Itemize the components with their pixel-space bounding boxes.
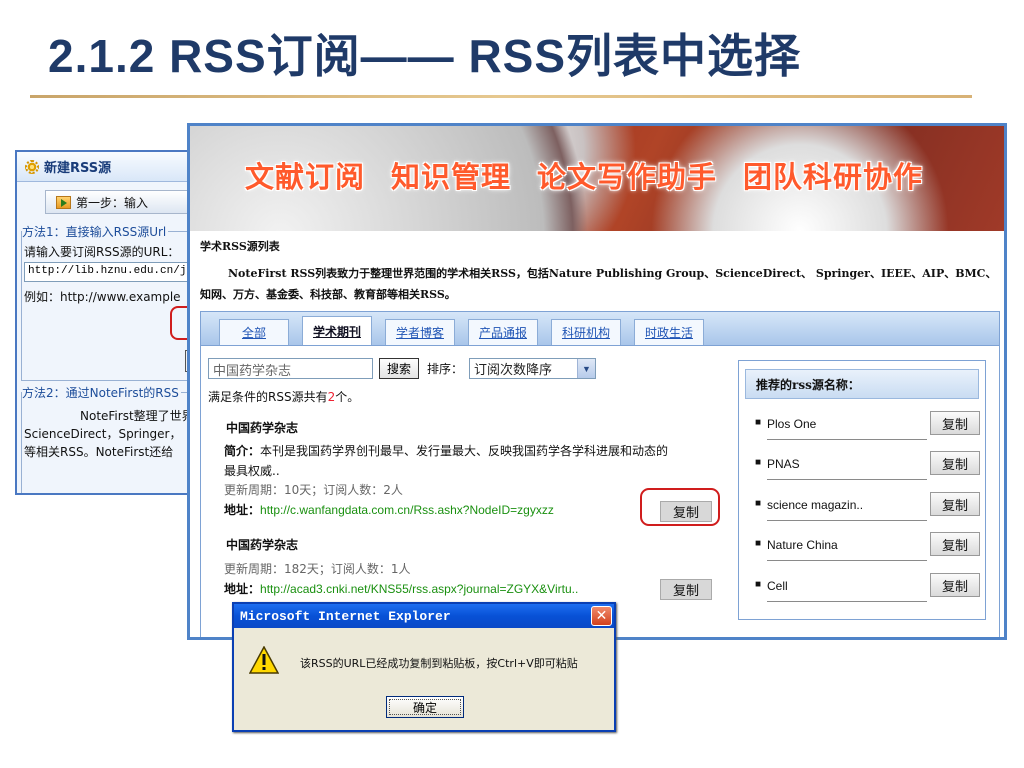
rss-list-heading: 学术RSS源列表 <box>200 240 280 253</box>
url-label: 地址： <box>224 582 261 596</box>
search-button[interactable]: 搜索 <box>379 358 419 379</box>
copy-button[interactable]: 复制 <box>930 492 980 516</box>
title-divider <box>30 95 972 98</box>
result-address: 地址：http://acad3.cnki.net/KNS55/rss.aspx?… <box>224 580 578 597</box>
recommended-name[interactable]: Plos One <box>767 417 816 431</box>
method1-prompt: 请输入要订阅RSS源的URL： <box>24 245 180 259</box>
copy-button[interactable]: 复制 <box>660 579 712 600</box>
intro-label: 简介： <box>224 444 261 458</box>
recommended-panel: 推荐的rss源名称： ■ Plos One 复制 ■ PNAS 复制 ■ sci… <box>738 360 986 620</box>
divider <box>767 439 927 440</box>
recommended-name[interactable]: PNAS <box>767 457 800 471</box>
result-url[interactable]: http://c.wanfangdata.com.cn/Rss.ashx?Nod… <box>260 503 554 517</box>
result-intro: 简介：本刊是我国药学界创刊最早、发行量最大、反映我国药学各学科进展和动态的 <box>224 442 668 459</box>
count-prefix: 满足条件的RSS源共有 <box>208 390 328 404</box>
count-suffix: 个。 <box>335 390 360 404</box>
tab-scholar-blogs[interactable]: 学者博客 <box>385 319 455 345</box>
banner-item: 知识管理 <box>391 160 512 194</box>
category-tabs: 全部 学术期刊 学者博客 产品通报 科研机构 时政生活 <box>200 311 1000 346</box>
divider <box>767 479 927 480</box>
result-address: 地址：http://c.wanfangdata.com.cn/Rss.ashx?… <box>224 501 554 518</box>
divider <box>767 601 927 602</box>
step-one-button[interactable]: 第一步：输入 <box>45 190 207 214</box>
ie-message: 该RSS的URL已经成功复制到粘贴板，按Ctrl+V即可粘贴 <box>300 657 578 670</box>
bullet-icon: ■ <box>755 498 762 509</box>
result-url[interactable]: http://acad3.cnki.net/KNS55/rss.aspx?jou… <box>260 582 578 596</box>
url-label: 地址： <box>224 503 261 517</box>
dropdown-arrow-icon[interactable]: ▼ <box>577 359 596 378</box>
bullet-icon: ■ <box>755 417 762 428</box>
recommended-name[interactable]: Cell <box>767 579 788 593</box>
result-meta: 更新周期：182天；订阅人数：1人 <box>224 562 411 576</box>
recommended-name[interactable]: Nature China <box>767 538 838 552</box>
method2-legend: 方法2：通过NoteFirst的RSS <box>22 384 181 401</box>
tab-product-news[interactable]: 产品通报 <box>468 319 538 345</box>
sort-select[interactable]: 订阅次数降序 ▼ <box>469 358 597 379</box>
divider <box>767 520 927 521</box>
close-icon[interactable]: ✕ <box>591 606 612 626</box>
ok-button[interactable]: 确定 <box>386 696 464 718</box>
copy-button[interactable]: 复制 <box>930 573 980 597</box>
new-rss-title: 新建RSS源 <box>44 161 112 176</box>
method2-line3: 等相关RSS。NoteFirst还给 <box>24 445 174 459</box>
url-example: 例如：http://www.example <box>24 290 181 304</box>
tab-research-institutes[interactable]: 科研机构 <box>551 319 621 345</box>
tab-current-affairs[interactable]: 时政生活 <box>634 319 704 345</box>
result-intro-cont: 最具权威.. <box>224 464 280 478</box>
new-rss-titlebar: 新建RSS源 <box>17 152 213 182</box>
result-count: 满足条件的RSS源共有2个。 <box>208 388 359 405</box>
copy-button[interactable]: 复制 <box>930 451 980 475</box>
method2-group: 方法2：通过NoteFirst的RSS NoteFirst整理了世界 Scien… <box>21 384 213 493</box>
recommended-item: ■ Plos One 复制 <box>755 411 980 441</box>
copy-button[interactable]: 复制 <box>930 532 980 556</box>
banner-item: 论文写作助手 <box>537 160 718 194</box>
search-input[interactable]: 中国药学杂志 <box>208 358 373 379</box>
sort-value: 订阅次数降序 <box>474 362 553 377</box>
ie-title: Microsoft Internet Explorer <box>240 608 451 624</box>
sort-label: 排序： <box>427 362 464 376</box>
ie-titlebar: Microsoft Internet Explorer ✕ <box>234 604 614 628</box>
copy-button[interactable]: 复制 <box>930 411 980 435</box>
banner-slogans: 文献订阅 知识管理 论文写作助手 团队科研协作 <box>245 154 949 196</box>
recommended-item: ■ science magazin.. 复制 <box>755 492 980 522</box>
warning-icon <box>249 646 279 674</box>
recommended-item: ■ PNAS 复制 <box>755 451 980 481</box>
recommended-item: ■ Nature China 复制 <box>755 532 980 562</box>
recommended-item: ■ Cell 复制 <box>755 573 980 603</box>
divider <box>767 560 927 561</box>
result-meta: 更新周期：10天；订阅人数：2人 <box>224 483 403 497</box>
site-banner: 文献订阅 知识管理 论文写作助手 团队科研协作 <box>190 126 1004 231</box>
intro-text: 本刊是我国药学界创刊最早、发行量最大、反映我国药学各学科进展和动态的 <box>260 444 669 458</box>
recommended-name[interactable]: science magazin.. <box>767 498 863 512</box>
result-title[interactable]: 中国药学杂志 <box>226 419 298 436</box>
copy-highlight-box <box>640 488 720 526</box>
method1-legend: 方法1：直接输入RSS源Url <box>22 223 169 240</box>
slide-title: 2.1.2 RSS订阅—— RSS列表中选择 <box>48 30 802 82</box>
banner-item: 文献订阅 <box>245 160 366 194</box>
tab-journals[interactable]: 学术期刊 <box>302 316 372 345</box>
ie-alert-dialog: Microsoft Internet Explorer ✕ 该RSS的URL已经… <box>232 602 616 732</box>
result-title[interactable]: 中国药学杂志 <box>226 536 298 553</box>
rss-list-intro: NoteFirst RSS列表致力于整理世界范围的学术相关RSS，包括Natur… <box>200 267 997 301</box>
search-row: 中国药学杂志 搜索 排序： 订阅次数降序 ▼ <box>208 358 597 379</box>
bullet-icon: ■ <box>755 538 762 549</box>
bullet-icon: ■ <box>755 579 762 590</box>
step-arrow-icon <box>56 195 71 209</box>
tab-all[interactable]: 全部 <box>219 319 289 345</box>
recommended-heading: 推荐的rss源名称： <box>745 369 979 399</box>
bullet-icon: ■ <box>755 457 762 468</box>
method2-line1: NoteFirst整理了世界 <box>80 409 194 423</box>
gear-icon <box>25 159 39 174</box>
method2-line2: ScienceDirect，Springer， <box>24 427 182 441</box>
step-one-label: 第一步：输入 <box>76 195 149 210</box>
banner-item: 团队科研协作 <box>743 160 924 194</box>
